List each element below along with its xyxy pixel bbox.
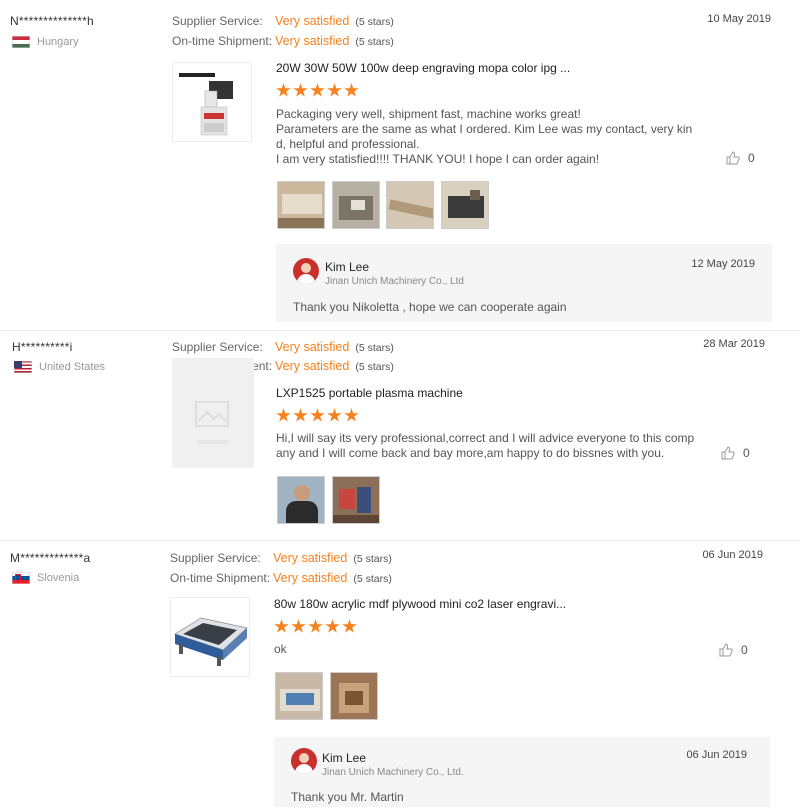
- product-title[interactable]: LXP1525 portable plasma machine: [276, 386, 463, 400]
- star-icon: [293, 83, 308, 97]
- supplier-reply: Kim Lee Jinan Unich Machinery Co., Ltd 1…: [276, 244, 772, 322]
- country-label: United States: [39, 361, 106, 373]
- star-icon: [342, 619, 357, 633]
- review-photo[interactable]: [277, 181, 325, 229]
- country-label: Slovenia: [37, 572, 80, 584]
- review-photo[interactable]: [330, 672, 378, 720]
- like-count: 0: [748, 151, 755, 165]
- supplier-service-rating: Supplier Service: Very satisfied (5 star…: [170, 551, 392, 565]
- avatar: [291, 748, 317, 774]
- review-photo[interactable]: [441, 181, 489, 229]
- buyer-name: N**************h: [10, 14, 94, 28]
- star-icon: [308, 619, 323, 633]
- shipment-rating: On-time Shipment: Very satisfied (5 star…: [172, 34, 394, 48]
- star-icon: [325, 619, 340, 633]
- supplier-service-rating: Supplier Service: Very satisfied (5 star…: [172, 14, 394, 28]
- product-thumbnail-placeholder[interactable]: [172, 358, 254, 468]
- product-thumbnail[interactable]: [170, 597, 250, 677]
- star-icon: [327, 83, 342, 97]
- star-icon: [310, 83, 325, 97]
- united-states-flag-icon: [14, 361, 32, 373]
- hungary-flag-icon: [12, 36, 30, 48]
- co2-laser-machine-image: [174, 617, 248, 666]
- star-icon: [291, 619, 306, 633]
- reply-text: Thank you Mr. Martin: [291, 790, 404, 804]
- like-button[interactable]: 0: [721, 446, 750, 460]
- review-photo[interactable]: [386, 181, 434, 229]
- review-photo[interactable]: [275, 672, 323, 720]
- reply-date: 12 May 2019: [691, 258, 755, 270]
- star-rating: [274, 619, 357, 634]
- laser-marking-machine-image: [179, 73, 233, 136]
- star-icon: [274, 619, 289, 633]
- thumbs-up-icon: [726, 151, 740, 165]
- review-photo[interactable]: [277, 476, 325, 524]
- image-placeholder-icon: [195, 401, 229, 444]
- review-photo[interactable]: [332, 476, 380, 524]
- star-rating: [276, 83, 359, 98]
- star-icon: [310, 408, 325, 422]
- review-photo[interactable]: [332, 181, 380, 229]
- like-button[interactable]: 0: [719, 643, 748, 657]
- thumbs-up-icon: [719, 643, 733, 657]
- review-text: Hi,I will say its very professional,corr…: [276, 431, 695, 460]
- reply-author: Kim Lee: [325, 260, 370, 274]
- reply-text: Thank you Nikoletta , hope we can cooper…: [293, 300, 567, 314]
- star-icon: [344, 408, 359, 422]
- reply-author: Kim Lee: [322, 751, 367, 765]
- buyer-country: Hungary: [12, 36, 79, 48]
- like-count: 0: [741, 643, 748, 657]
- product-thumbnail[interactable]: [172, 62, 252, 142]
- review-divider: [0, 330, 800, 331]
- review-text: Packaging very well, shipment fast, mach…: [276, 107, 693, 166]
- reply-company: Jinan Unich Machinery Co., Ltd: [325, 276, 464, 287]
- like-count: 0: [743, 446, 750, 460]
- slovenia-flag-icon: [12, 572, 30, 584]
- review-text: ok: [274, 642, 287, 656]
- buyer-name: H**********i: [12, 340, 73, 354]
- product-title[interactable]: 20W 30W 50W 100w deep engraving mopa col…: [276, 61, 570, 75]
- buyer-country: Slovenia: [12, 572, 79, 584]
- reply-company: Jinan Unich Machinery Co., Ltd.: [322, 767, 464, 778]
- reply-date: 06 Jun 2019: [686, 749, 747, 761]
- buyer-country: United States: [14, 361, 105, 373]
- like-button[interactable]: 0: [726, 151, 755, 165]
- review-date: 10 May 2019: [707, 13, 771, 25]
- product-title[interactable]: 80w 180w acrylic mdf plywood mini co2 la…: [274, 597, 566, 611]
- review-date: 06 Jun 2019: [702, 549, 763, 561]
- star-icon: [293, 408, 308, 422]
- star-icon: [327, 408, 342, 422]
- review-date: 28 Mar 2019: [703, 338, 765, 350]
- supplier-reply: Kim Lee Jinan Unich Machinery Co., Ltd. …: [274, 737, 770, 807]
- star-icon: [276, 408, 291, 422]
- shipment-rating: On-time Shipment: Very satisfied (5 star…: [170, 571, 392, 585]
- supplier-service-rating: Supplier Service: Very satisfied (5 star…: [172, 340, 394, 354]
- avatar: [293, 258, 319, 284]
- review-divider: [0, 540, 800, 541]
- country-label: Hungary: [37, 36, 79, 48]
- thumbs-up-icon: [721, 446, 735, 460]
- star-icon: [344, 83, 359, 97]
- buyer-name: M*************a: [10, 551, 91, 565]
- star-icon: [276, 83, 291, 97]
- star-rating: [276, 408, 359, 423]
